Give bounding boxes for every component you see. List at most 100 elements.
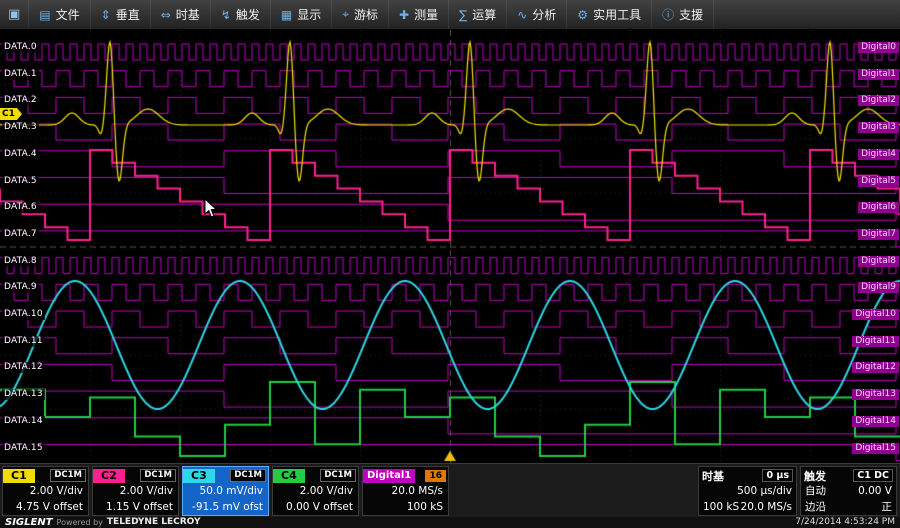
c4-offset: 0.00 V offset [273, 499, 358, 515]
digital-right-label-10[interactable]: Digital10 [852, 309, 899, 320]
timebase-title: 时基 [702, 468, 724, 484]
timebase-sampling: 100 kS 20.0 MS/s [699, 499, 796, 515]
digital-tag: Digital1 [363, 469, 415, 483]
digital-left-label-14: DATA.14 [2, 416, 45, 427]
math-icon: ∑ [459, 8, 467, 22]
menu-item-label: 运算 [472, 6, 496, 23]
trigger-descriptor[interactable]: 触发 C1 DC 自动 0.00 V 边沿 正 [800, 466, 897, 516]
digital-left-label-9: DATA.9 [2, 282, 39, 293]
menu-item-utilities[interactable]: ⚙实用工具 [567, 0, 652, 29]
analysis-icon: ∿ [517, 8, 527, 22]
digital-left-label-3: DATA.3 [2, 122, 39, 133]
digital-right-label-3[interactable]: Digital3 [858, 122, 899, 133]
menu-item-label: 显示 [297, 6, 321, 23]
digital-right-label-0[interactable]: Digital0 [858, 42, 899, 53]
digital-left-label-4: DATA.4 [2, 149, 39, 160]
timebase-delay: 0 µs [762, 469, 793, 482]
c4-tag: C4 [273, 469, 305, 483]
digital-right-label-1[interactable]: Digital1 [858, 69, 899, 80]
menu-item-support[interactable]: ⓘ支援 [652, 0, 714, 29]
menu-item-file[interactable]: ▤ 文件 [29, 0, 90, 29]
c4-scale: 2.00 V/div [273, 483, 358, 499]
status-bar: SIGLENT Powered by TELEDYNE LECROY 7/24/… [0, 517, 900, 528]
timebase-icon: ⇔ [161, 8, 171, 22]
c2-tag: C2 [93, 469, 125, 483]
menu-item-trigger[interactable]: ↯ 触发 [211, 0, 271, 29]
c1-tag: C1 [3, 469, 35, 483]
digital-left-label-5: DATA.5 [2, 176, 39, 187]
menu-item-label: 支援 [679, 6, 703, 23]
digital-right-label-15[interactable]: Digital15 [852, 443, 899, 454]
c4-header: C4 DC1M [273, 467, 358, 483]
channel-descriptor-c2[interactable]: C2 DC1M 2.00 V/div 1.15 V offset [92, 466, 179, 516]
trigger-mode-level: 自动 0.00 V [801, 483, 896, 499]
app-icon: ▣ [0, 0, 29, 29]
menu-item-display[interactable]: ▦ 显示 [271, 0, 332, 29]
c2-header: C2 DC1M [93, 467, 178, 483]
digital-left-label-12: DATA.12 [2, 362, 45, 373]
channel-descriptor-c1[interactable]: C1 DC1M 2.00 V/div 4.75 V offset [2, 466, 89, 516]
c3-coupling-badge: DC1M [230, 469, 266, 482]
menu-item-label: 触发 [236, 6, 260, 23]
datetime: 7/24/2014 4:53:24 PM [795, 517, 895, 528]
digital-descriptor[interactable]: Digital1 16 20.0 MS/s 100 kS [362, 466, 449, 516]
c1-coupling-badge: DC1M [50, 469, 86, 482]
digital-right-label-2[interactable]: Digital2 [858, 95, 899, 106]
digital-samples: 100 kS [363, 499, 448, 515]
digital-right-label-8[interactable]: Digital8 [858, 256, 899, 267]
file-icon: ▤ [39, 8, 50, 22]
digital-right-label-9[interactable]: Digital9 [858, 282, 899, 293]
waveform-display[interactable] [0, 30, 900, 463]
powered-by-label: Powered by [57, 517, 103, 528]
trigger-icon: ↯ [221, 8, 231, 22]
trigger-title: 触发 [804, 468, 826, 484]
digital-left-label-15: DATA.15 [2, 443, 45, 454]
c2-scale: 2.00 V/div [93, 483, 178, 499]
display-icon: ▦ [281, 8, 292, 22]
menu-item-vertical[interactable]: ⇕垂直 [91, 0, 151, 29]
digital-left-label-2: DATA.2 [2, 95, 39, 106]
trigger-level: 0.00 V [858, 483, 892, 499]
menu-item-measure[interactable]: ✚测量 [389, 0, 449, 29]
menu-item-label: 分析 [532, 6, 556, 23]
digital-right-label-7[interactable]: Digital7 [858, 229, 899, 240]
oscilloscope-app: ▣ ▤文件⇕垂直⇔时基↯触发▦显示⌖游标✚测量∑运算∿分析⚙实用工具ⓘ支援 C1… [0, 0, 900, 528]
c1-position-marker[interactable]: C1 [0, 108, 17, 120]
trigger-source: C1 DC [853, 469, 893, 482]
timebase-header: 时基 0 µs [699, 467, 796, 483]
waveform-area: C1 DATA.0DATA.1DATA.2DATA.3DATA.4DATA.5D… [0, 30, 900, 463]
trigger-type-slope: 边沿 正 [801, 499, 896, 515]
channel-descriptor-c4[interactable]: C4 DC1M 2.00 V/div 0.00 V offset [272, 466, 359, 516]
menu-item-analysis[interactable]: ∿ 分析 [507, 0, 567, 29]
digital-left-label-8: DATA.8 [2, 256, 39, 267]
digital-left-label-11: DATA.11 [2, 336, 45, 347]
mouse-cursor-icon [204, 198, 218, 223]
digital-right-label-14[interactable]: Digital14 [852, 416, 899, 427]
measure-icon: ✚ [399, 8, 409, 22]
trigger-type: 边沿 [805, 499, 826, 515]
timebase-descriptor[interactable]: 时基 0 µs 500 µs/div 100 kS 20.0 MS/s [698, 466, 797, 516]
digital-right-label-13[interactable]: Digital13 [852, 389, 899, 400]
menu-items: ▤ 文件 ⇕垂直⇔时基 ↯ 触发 ▦ 显示 ⌖ 游标 ✚测量 ∑ 运算 ∿ 分析 ⚙实用工具ⓘ支援 [29, 0, 714, 29]
digital-right-label-11[interactable]: Digital11 [852, 336, 899, 347]
digital-left-label-7: DATA.7 [2, 229, 39, 240]
digital-right-label-4[interactable]: Digital4 [858, 149, 899, 160]
c3-offset: -91.5 mV ofst [183, 499, 268, 515]
channel-descriptor-c3[interactable]: C3 DC1M 50.0 mV/div -91.5 mV ofst [182, 466, 269, 516]
timebase-samples: 100 kS [703, 499, 739, 515]
digital-right-label-5[interactable]: Digital5 [858, 176, 899, 187]
digital-right-label-6[interactable]: Digital6 [858, 202, 899, 213]
digital-left-label-6: DATA.6 [2, 202, 39, 213]
digital-left-label-0: DATA.0 [2, 42, 39, 53]
menu-bar: ▣ ▤ 文件 ⇕垂直⇔时基 ↯ 触发 ▦ 显示 ⌖ 游标 ✚测量 ∑ 运算 ∿ 分析 ⚙实用工具ⓘ支援 [0, 0, 900, 30]
menu-item-timebase[interactable]: ⇔时基 [151, 0, 211, 29]
trigger-slope: 正 [882, 499, 893, 515]
menu-item-label: 游标 [354, 6, 378, 23]
digital-right-label-12[interactable]: Digital12 [852, 362, 899, 373]
menu-item-cursors[interactable]: ⌖ 游标 [332, 0, 389, 29]
menu-item-math[interactable]: ∑ 运算 [449, 0, 507, 29]
cursors-icon: ⌖ [342, 7, 349, 22]
c1-scale: 2.00 V/div [3, 483, 88, 499]
menu-item-label: 文件 [56, 6, 80, 23]
c3-header: C3 DC1M [183, 467, 268, 483]
